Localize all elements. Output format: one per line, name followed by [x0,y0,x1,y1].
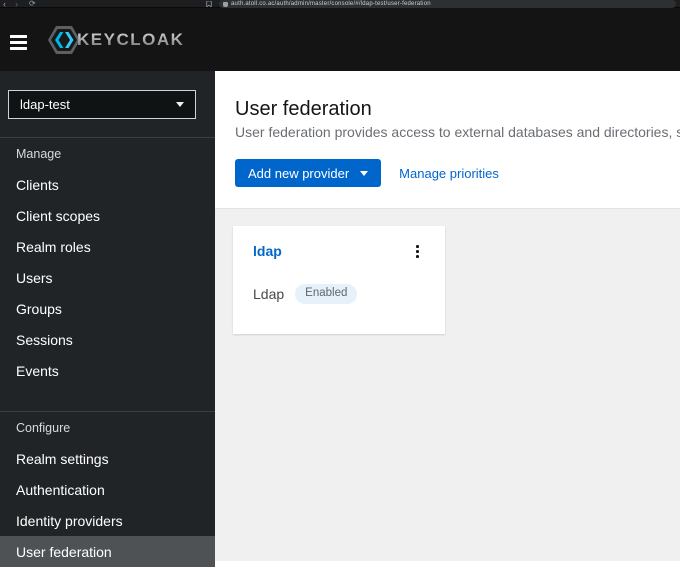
provider-card: ldap Ldap Enabled [233,226,445,334]
keycloak-logo: KEYCLOAK [47,25,184,55]
address-bar[interactable]: auth.atoll.co.ac/auth/admin/master/conso… [219,0,676,8]
back-icon[interactable]: ‹ [3,0,6,9]
page-description: User federation provides access to exter… [235,124,680,140]
sidebar-item-user-federation[interactable]: User federation [0,536,215,567]
realm-selector-value: ldap-test [20,97,70,112]
add-new-provider-button[interactable]: Add new provider [235,159,382,187]
keycloak-logo-icon [48,26,80,54]
page-title: User federation [235,98,372,120]
manage-priorities-link[interactable]: Manage priorities [399,166,499,181]
add-new-provider-label: Add new provider [248,165,350,181]
page-header: User federation User federation provides… [215,71,680,187]
sidebar-item-users[interactable]: Users [0,262,215,293]
sidebar-item-authentication[interactable]: Authentication [0,474,215,505]
dropdown-caret-icon [360,170,369,176]
nav-section-manage: Manage [16,146,62,161]
status-badge: Enabled [295,283,358,305]
sidebar-item-realm-roles[interactable]: Realm roles [0,231,215,262]
chevron-down-icon [176,102,184,107]
sidebar-item-groups[interactable]: Groups [0,293,215,324]
providers-area: ldap Ldap Enabled [215,208,680,561]
sidebar-item-clients[interactable]: Clients [0,169,215,200]
hamburger-menu-icon[interactable] [10,35,27,50]
sidebar: ldap-test Manage Clients Client scopes R… [0,71,215,567]
forward-icon[interactable]: › [15,0,18,9]
nav-section-configure: Configure [16,420,71,435]
realm-selector[interactable]: ldap-test [8,90,196,119]
sidebar-item-events[interactable]: Events [0,355,215,386]
url-text[interactable]: auth.atoll.co.ac/auth/admin/master/conso… [231,0,431,8]
brand-text: KEYCLOAK [77,30,185,49]
sidebar-item-identity-providers[interactable]: Identity providers [0,505,215,536]
provider-card-title-link[interactable]: ldap [253,243,282,259]
app-header: KEYCLOAK [0,8,680,71]
shield-icon[interactable] [223,1,228,7]
sidebar-item-client-scopes[interactable]: Client scopes [0,200,215,231]
kebab-menu-icon[interactable] [410,243,425,260]
browser-toolbar: ‹ › ⟳ auth.atoll.co.ac/auth/admin/master… [0,0,680,9]
toolbar: Add new provider Manage priorities [235,159,680,187]
reload-icon[interactable]: ⟳ [29,0,36,8]
sidebar-item-sessions[interactable]: Sessions [0,324,215,355]
provider-type-label: Ldap [253,286,285,303]
sidebar-item-realm-settings[interactable]: Realm settings [0,443,215,474]
bookmark-icon[interactable] [206,1,212,7]
